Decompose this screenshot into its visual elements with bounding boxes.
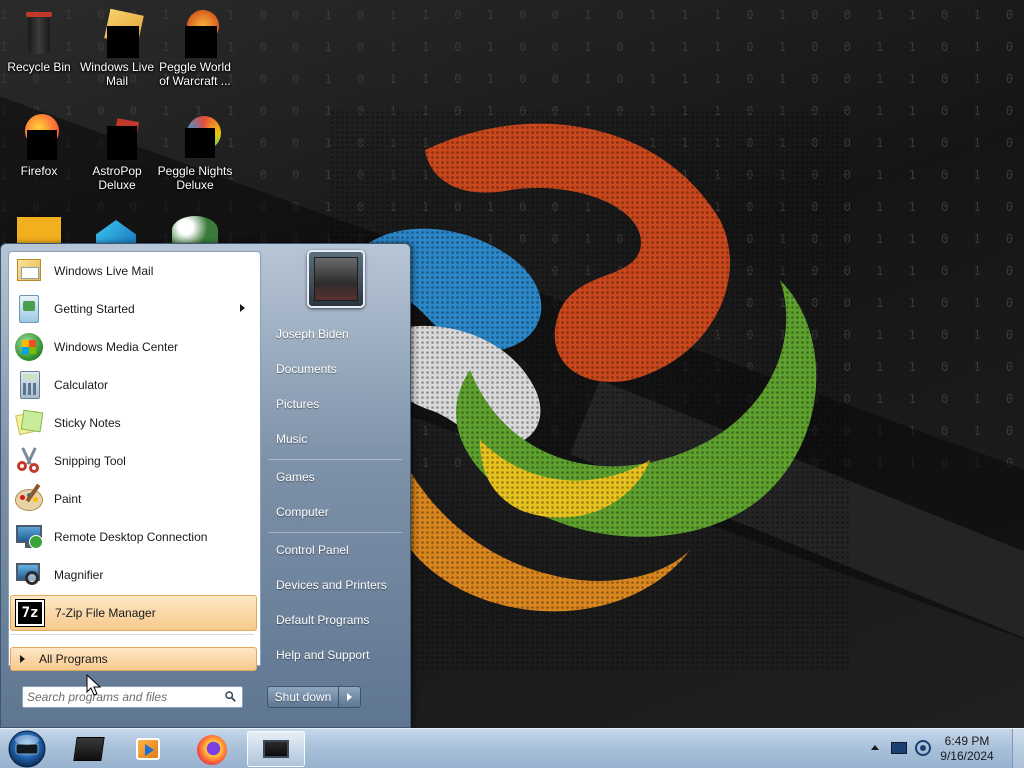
file-cabinet-icon [73, 737, 105, 761]
taskbar-firefox[interactable] [186, 731, 236, 767]
firefox-icon [15, 114, 63, 162]
program-calculator[interactable]: Calculator [10, 367, 257, 403]
shutdown-button[interactable]: Shut down [267, 686, 339, 708]
recycle-bin-icon [15, 10, 63, 58]
action-center-icon[interactable] [891, 742, 907, 754]
desktop-icon-windows-live-mail[interactable]: Windows Live Mail [78, 6, 156, 88]
network-icon[interactable] [915, 740, 931, 756]
peggle-wow-icon [171, 10, 219, 58]
astropop-icon [93, 114, 141, 162]
program-sticky-notes[interactable]: Sticky Notes [10, 405, 257, 441]
mail-icon [13, 255, 45, 287]
arrow-right-icon [347, 693, 352, 701]
submenu-arrow-icon [240, 304, 245, 312]
link-pictures[interactable]: Pictures [268, 391, 404, 417]
link-documents[interactable]: Documents [268, 356, 404, 382]
search-field[interactable] [22, 686, 243, 708]
taskbar-file-cabinet[interactable] [64, 731, 114, 767]
windows-live-mail-icon [93, 8, 144, 58]
search-input[interactable] [27, 689, 217, 705]
7zip-icon: 7z [14, 597, 46, 629]
show-desktop-button[interactable] [1012, 729, 1024, 768]
start-orb-button[interactable] [7, 730, 47, 768]
link-help-support[interactable]: Help and Support [268, 642, 404, 668]
desktop-icon-partial[interactable] [172, 216, 218, 244]
peggle-nights-icon [171, 114, 221, 162]
paint-icon [13, 483, 45, 515]
programs-separator [10, 634, 254, 635]
remote-desktop-icon [13, 521, 45, 553]
program-windows-media-center[interactable]: Windows Media Center [10, 329, 257, 365]
firefox-icon [197, 735, 227, 765]
link-user-folder[interactable]: Joseph Biden [268, 321, 404, 347]
link-devices-printers[interactable]: Devices and Printers [268, 572, 404, 598]
getting-started-icon [13, 293, 45, 325]
clock-time: 6:49 PM [944, 734, 990, 748]
user-avatar[interactable] [307, 250, 365, 308]
desktop-icon-recycle-bin[interactable]: Recycle Bin [0, 6, 78, 74]
clock-date: 9/16/2024 [940, 749, 994, 763]
taskbar: 6:49 PM 9/16/2024 [0, 728, 1024, 768]
desktop-icon-peggle-wow[interactable]: Peggle World of Warcraft ... [156, 6, 234, 88]
magnifier-icon [13, 559, 45, 591]
taskbar-media-player[interactable] [123, 731, 173, 767]
link-computer[interactable]: Computer [268, 499, 404, 525]
desktop-icon-partial[interactable] [14, 214, 64, 244]
link-default-programs[interactable]: Default Programs [268, 607, 404, 633]
program-getting-started[interactable]: Getting Started [10, 291, 257, 327]
program-magnifier[interactable]: Magnifier [10, 557, 257, 593]
link-music[interactable]: Music [268, 426, 404, 452]
clock[interactable]: 6:49 PM 9/16/2024 [932, 734, 1002, 764]
monitor-app-icon [263, 740, 289, 758]
sticky-notes-icon [13, 407, 45, 439]
desktop-icon-astropop[interactable]: AstroPop Deluxe [78, 110, 156, 192]
shutdown-options-button[interactable] [339, 686, 361, 708]
search-icon[interactable] [225, 691, 236, 702]
scissors-icon [13, 445, 45, 477]
calculator-icon [13, 369, 45, 401]
link-games[interactable]: Games [268, 464, 404, 490]
mouse-cursor-icon [86, 674, 102, 696]
show-hidden-icons-icon[interactable] [871, 745, 879, 750]
media-player-icon [136, 738, 160, 760]
link-control-panel[interactable]: Control Panel [268, 537, 404, 563]
program-paint[interactable]: Paint [10, 481, 257, 517]
media-center-icon [13, 331, 45, 363]
desktop-icon-peggle-nights[interactable]: Peggle Nights Deluxe [156, 110, 234, 192]
program-windows-live-mail[interactable]: Windows Live Mail [10, 253, 257, 289]
taskbar-monitor-app[interactable] [247, 731, 305, 767]
right-pane-separator [268, 459, 402, 460]
program-7zip-file-manager[interactable]: 7z 7-Zip File Manager [10, 595, 257, 631]
program-remote-desktop[interactable]: Remote Desktop Connection [10, 519, 257, 555]
right-pane-separator [268, 532, 402, 533]
all-programs-button[interactable]: All Programs [10, 647, 257, 671]
program-snipping-tool[interactable]: Snipping Tool [10, 443, 257, 479]
arrow-right-icon [20, 655, 25, 663]
desktop-icon-firefox[interactable]: Firefox [0, 110, 78, 178]
